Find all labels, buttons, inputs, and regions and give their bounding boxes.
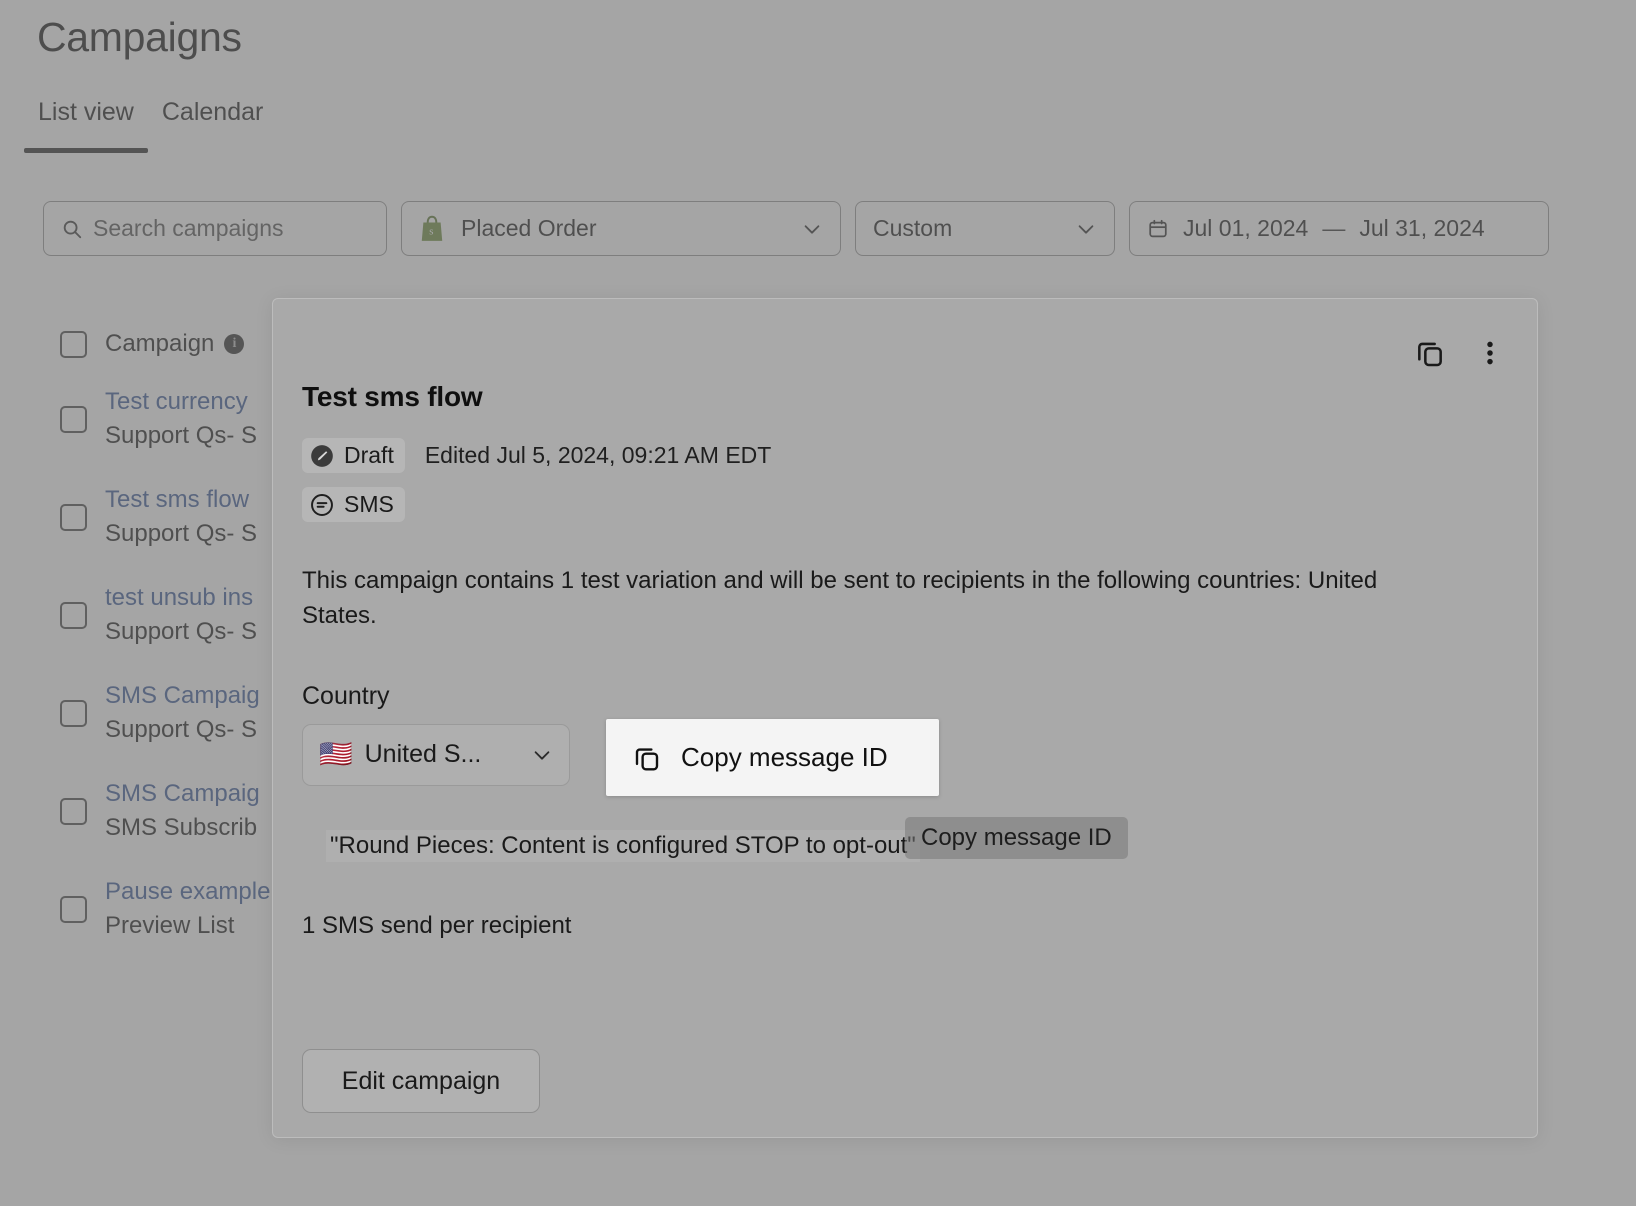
channel-badge-label: SMS [344,491,394,518]
country-select[interactable]: 🇺🇸 United S... [302,724,570,786]
row-cell: Pause example Preview List [105,877,270,941]
row-cell: SMS Campaig Support Qs- S [105,681,260,745]
column-header-label: Campaign [105,330,214,358]
row-cell: test unsub ins Support Qs- S [105,583,257,647]
menu-item-copy-message-id[interactable]: Copy message ID [606,719,939,796]
copy-icon [632,743,662,773]
search-icon [61,218,83,240]
campaign-audience: Preview List [105,911,270,941]
menu-item-label: Copy message ID [681,742,888,773]
campaign-audience: Support Qs- S [105,421,257,451]
channel-badge: SMS [302,487,405,522]
send-frequency-note: 1 SMS send per recipient [302,912,1508,940]
range-preset-label: Custom [873,215,1065,242]
row-cell: Test currency Support Qs- S [105,387,257,451]
info-icon[interactable]: i [224,334,244,354]
date-start: Jul 01, 2024 [1183,215,1308,242]
edited-timestamp: Edited Jul 5, 2024, 09:21 AM EDT [425,442,771,469]
tab-calendar[interactable]: Calendar [148,92,277,153]
draft-pencil-icon [309,443,335,469]
country-select-value: United S... [365,740,519,769]
shopify-bag-icon: s [419,215,445,243]
row-checkbox[interactable] [60,504,87,531]
campaign-audience: Support Qs- S [105,617,257,647]
status-badge: Draft [302,438,405,473]
country-field-label: Country [302,682,1508,711]
row-cell: SMS Campaig SMS Subscrib [105,779,260,843]
campaign-link[interactable]: Test sms flow [105,485,257,515]
context-menu: Copy message ID [606,719,939,796]
page-title: Campaigns [37,14,242,61]
campaign-link[interactable]: test unsub ins [105,583,257,613]
campaign-link[interactable]: Test currency [105,387,257,417]
panel-action-bar [1413,336,1507,370]
row-checkbox[interactable] [60,798,87,825]
chevron-down-icon [1075,218,1097,240]
metric-select[interactable]: s Placed Order [401,201,841,256]
filter-bar: Search campaigns s Placed Order Custom [43,201,1549,256]
app-root: Campaigns List view Calendar Search camp… [0,0,1636,1206]
campaign-title: Test sms flow [302,381,1508,413]
channel-row: SMS [302,487,1508,522]
date-end: Jul 31, 2024 [1359,215,1484,242]
svg-text:s: s [429,225,433,237]
campaign-audience: SMS Subscrib [105,813,260,843]
campaign-link[interactable]: SMS Campaig [105,681,260,711]
column-header-campaign: Campaign i [105,330,244,358]
campaign-audience: Support Qs- S [105,519,257,549]
status-badge-label: Draft [344,442,394,469]
chevron-down-icon [801,218,823,240]
date-range-picker[interactable]: Jul 01, 2024 — Jul 31, 2024 [1129,201,1549,256]
campaign-link[interactable]: Pause example [105,877,270,907]
copy-icon [1414,337,1446,369]
campaign-audience: Support Qs- S [105,715,260,745]
select-all-checkbox[interactable] [60,331,87,358]
date-separator: — [1322,215,1345,242]
search-placeholder: Search campaigns [93,215,284,242]
duplicate-campaign-button[interactable] [1413,336,1447,370]
range-preset-select[interactable]: Custom [855,201,1115,256]
message-preview-text: "Round Pieces: Content is configured STO… [326,830,920,862]
row-checkbox[interactable] [60,602,87,629]
chevron-down-icon [531,744,553,766]
row-cell: Test sms flow Support Qs- S [105,485,257,549]
tab-list-view[interactable]: List view [24,92,148,153]
sms-message-icon [309,492,335,518]
status-row: Draft Edited Jul 5, 2024, 09:21 AM EDT [302,438,1508,473]
row-checkbox[interactable] [60,700,87,727]
row-checkbox[interactable] [60,896,87,923]
edit-campaign-button[interactable]: Edit campaign [302,1049,540,1113]
more-options-button[interactable] [1473,336,1507,370]
us-flag-icon: 🇺🇸 [319,741,353,768]
campaign-link[interactable]: SMS Campaig [105,779,260,809]
search-input[interactable]: Search campaigns [43,201,387,256]
kebab-menu-icon [1476,337,1504,369]
metric-label: Placed Order [455,215,791,242]
campaign-detail-panel: Test sms flow Draft Edited Jul 5, 2024, … [272,298,1538,1138]
row-checkbox[interactable] [60,406,87,433]
campaign-description: This campaign contains 1 test variation … [302,564,1437,634]
calendar-icon [1147,218,1169,240]
tooltip: Copy message ID [905,817,1128,859]
view-tabs: List view Calendar [24,92,277,153]
